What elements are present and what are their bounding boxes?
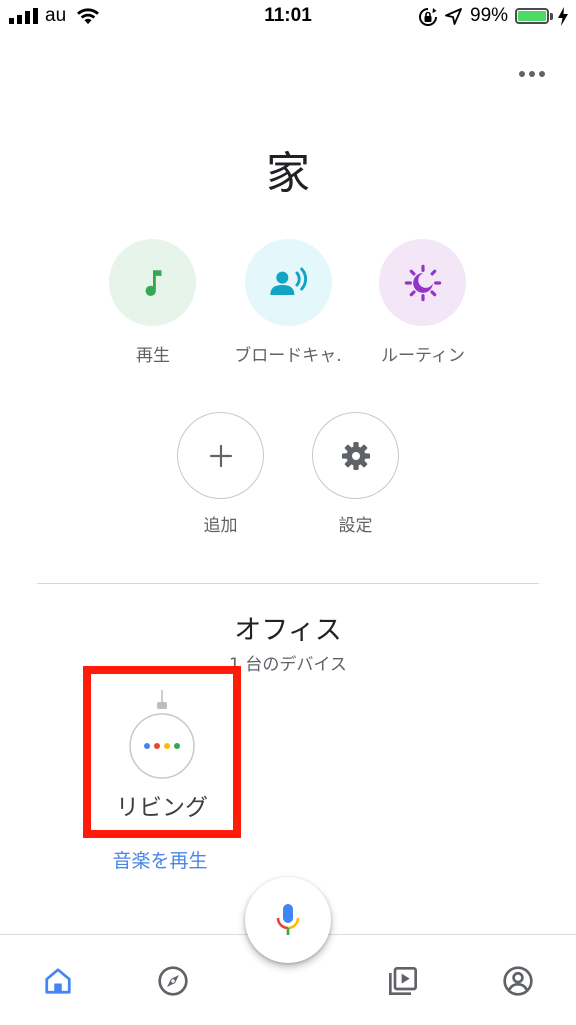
settings-label: 設定 [338, 516, 373, 536]
more-options-button[interactable] [512, 62, 552, 86]
music-note-icon [145, 269, 161, 296]
broadcast-icon [269, 267, 307, 295]
battery-percent: 99% [470, 5, 509, 26]
explore-icon [158, 966, 188, 996]
broadcast-action[interactable]: ブロードキャ. [231, 239, 345, 366]
nav-home[interactable] [38, 961, 78, 1001]
charging-bolt-icon [558, 7, 568, 26]
more-horizontal-icon [519, 71, 545, 77]
add-button[interactable] [177, 412, 264, 499]
plus-icon [209, 444, 232, 467]
routine-action-circle[interactable] [379, 239, 466, 326]
gear-icon [341, 441, 370, 470]
home-title: 家 [266, 148, 310, 199]
routine-icon [404, 264, 441, 301]
nav-media[interactable] [383, 961, 423, 1001]
status-bar: au 11:01 99% [0, 0, 576, 34]
play-action-label: 再生 [136, 346, 170, 366]
battery-level [518, 11, 546, 21]
room-name: オフィス [234, 615, 342, 646]
routine-action[interactable]: ルーティン [375, 239, 471, 366]
settings-button[interactable] [312, 412, 399, 499]
section-divider [37, 583, 539, 584]
account-icon [503, 966, 533, 996]
location-arrow-icon [445, 8, 462, 25]
mic-icon [276, 904, 300, 935]
routine-action-label: ルーティン [381, 346, 465, 366]
play-action[interactable]: 再生 [109, 239, 197, 366]
play-action-circle[interactable] [109, 239, 196, 326]
battery-tip [550, 13, 553, 20]
nav-explore[interactable] [153, 961, 193, 1001]
mic-button[interactable] [245, 877, 331, 963]
nav-account[interactable] [498, 961, 538, 1001]
highlight-box [83, 666, 241, 838]
media-icon [389, 967, 417, 995]
add-action[interactable]: 追加 [177, 412, 264, 536]
broadcast-action-circle[interactable] [245, 239, 332, 326]
add-label: 追加 [203, 516, 238, 536]
rotation-lock-icon [419, 8, 437, 26]
settings-action[interactable]: 設定 [312, 412, 399, 536]
home-icon [45, 968, 71, 994]
broadcast-action-label: ブロードキャ. [234, 346, 342, 366]
play-music-link[interactable]: 音楽を再生 [80, 846, 240, 873]
